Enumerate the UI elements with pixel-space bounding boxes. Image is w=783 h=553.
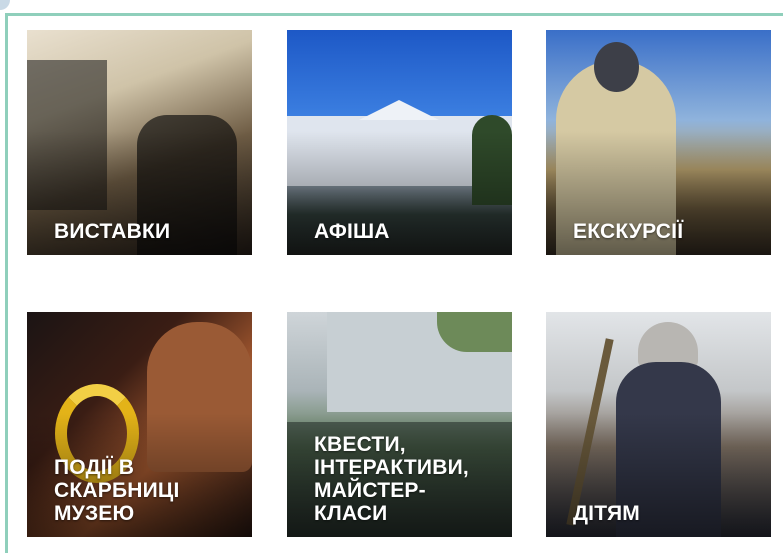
tree-foliage-image bbox=[437, 312, 512, 352]
tile-quests[interactable]: КВЕСТИ, ІНТЕРАКТИВИ, МАЙСТЕР- КЛАСИ bbox=[287, 312, 512, 537]
tile-label-quests: КВЕСТИ, ІНТЕРАКТИВИ, МАЙСТЕР- КЛАСИ bbox=[314, 433, 469, 525]
guide-head-image bbox=[594, 42, 639, 92]
tile-for-children[interactable]: ДІТЯМ bbox=[546, 312, 771, 537]
child-helmet-image bbox=[638, 322, 698, 367]
tile-exhibitions[interactable]: ВИСТАВКИ bbox=[27, 30, 252, 255]
tile-treasury-events[interactable]: ПОДІЇ В СКАРБНИЦІ МУЗЕЮ bbox=[27, 312, 252, 537]
tile-label-excursions: ЕКСКУРСІЇ bbox=[573, 220, 684, 243]
tile-label-treasury-events: ПОДІЇ В СКАРБНИЦІ МУЗЕЮ bbox=[54, 456, 180, 525]
tile-excursions[interactable]: ЕКСКУРСІЇ bbox=[546, 30, 771, 255]
tile-label-for-children: ДІТЯМ bbox=[573, 502, 640, 525]
museum-pediment-image bbox=[359, 100, 439, 120]
tile-label-exhibitions: ВИСТАВКИ bbox=[54, 220, 171, 243]
tile-poster[interactable]: АФІША bbox=[287, 30, 512, 255]
tile-label-poster: АФІША bbox=[314, 220, 390, 243]
category-grid: ВИСТАВКИ АФІША ЕКСКУРСІЇ ПОДІЇ В СКАРБНИ… bbox=[0, 0, 783, 548]
